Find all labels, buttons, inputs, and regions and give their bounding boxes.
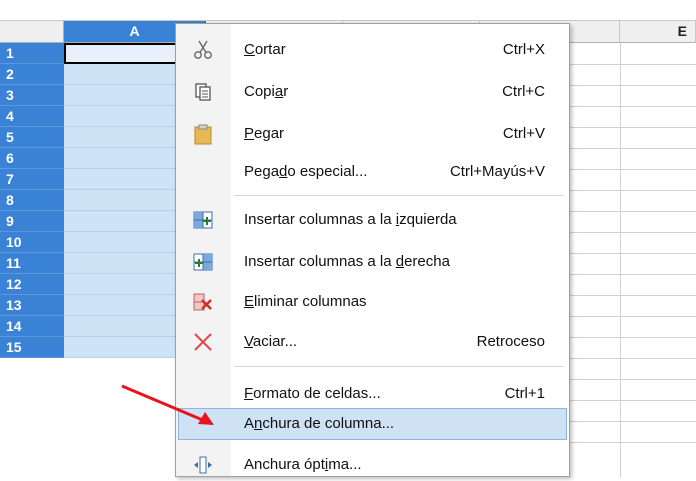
annotation-arrow xyxy=(121,384,214,425)
